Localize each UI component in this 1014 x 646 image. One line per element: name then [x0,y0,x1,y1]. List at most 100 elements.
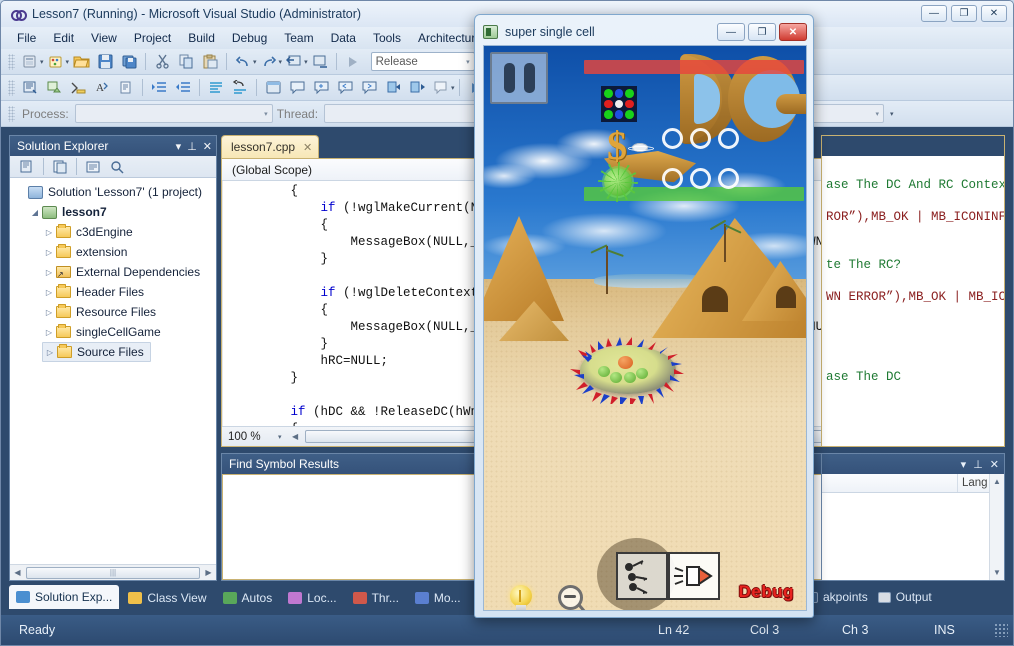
pause-button[interactable] [490,52,548,104]
toolbar-grip[interactable] [8,79,15,96]
tree-expander-icon[interactable]: ▷ [42,308,56,317]
dock-tab-thr[interactable]: Thr... [346,587,406,609]
tree-expander-icon[interactable]: ▷ [42,288,56,297]
redo-icon[interactable] [258,51,280,72]
vs-close-button[interactable]: ✕ [981,5,1007,22]
decrease-indent-icon[interactable] [172,77,194,98]
spray-icon[interactable] [668,552,720,600]
save-icon[interactable] [94,51,116,72]
menu-item-build[interactable]: Build [180,28,223,48]
menu-item-tools[interactable]: Tools [365,28,409,48]
uncomment-selection-icon[interactable]: A [91,77,113,98]
debug-location-overflow-icon[interactable]: ▾ [890,110,894,118]
menu-item-edit[interactable]: Edit [45,28,82,48]
cut-icon[interactable] [151,51,173,72]
menu-item-file[interactable]: File [9,28,44,48]
molecule-grid-icon[interactable] [601,86,637,122]
surround-with-icon[interactable] [43,77,65,98]
increase-indent-icon[interactable] [148,77,170,98]
dock-tab-class-view[interactable]: Class View [121,587,213,609]
view-code-icon[interactable] [82,156,104,177]
dock-tab-output[interactable]: Output [877,590,932,604]
insert-snippet-icon[interactable] [19,77,41,98]
tree-item-header-files[interactable]: ▷ Header Files [42,282,150,302]
light-bulb-icon[interactable] [508,585,534,610]
toolbar-grip[interactable] [8,105,15,122]
chevron-down-icon[interactable]: ▾ [278,433,282,441]
error-list-vscrollbar[interactable]: ▲ ▼ [989,474,1004,580]
solution-tree[interactable]: Solution 'Lesson7' (1 project) ◢ lesson7 ▷ c… [10,178,216,564]
paste-icon[interactable] [199,51,221,72]
vs-maximize-button[interactable]: ❐ [951,5,977,22]
tree-expander-icon[interactable]: ▷ [42,268,56,277]
start-debugging-icon[interactable] [342,51,364,72]
undo-icon[interactable] [232,51,254,72]
scroll-left-icon[interactable]: ◀ [288,432,303,441]
scroll-up-icon[interactable]: ▲ [990,474,1004,489]
column-blank[interactable] [822,474,958,492]
chevron-down-icon[interactable]: ▾ [176,140,182,153]
menu-item-project[interactable]: Project [126,28,179,48]
tree-expander-icon[interactable]: ◢ [28,208,42,217]
tab-lesson7-cpp[interactable]: lesson7.cpp ✕ [221,135,320,158]
game-canvas[interactable]: $ Debug [483,45,807,611]
game-maximize-button[interactable]: ❐ [748,23,776,41]
dock-tab-loc[interactable]: Loc... [281,587,343,609]
menu-item-debug[interactable]: Debug [224,28,275,48]
particles-icon[interactable] [616,552,668,600]
close-icon[interactable]: ✕ [990,458,999,471]
process-combo[interactable]: ▾ [74,104,273,123]
open-file-icon[interactable] [70,51,92,72]
game-minimize-button[interactable]: — [717,23,745,41]
close-icon[interactable]: ✕ [303,141,312,154]
tree-expander-icon[interactable]: ▷ [42,228,56,237]
save-all-icon[interactable] [118,51,140,72]
undo-format-icon[interactable] [229,77,251,98]
previous-bookmark-icon[interactable] [382,77,404,98]
player-cell-creature[interactable] [564,336,692,404]
tree-item-c3dengine[interactable]: ▷ c3dEngine [42,222,139,242]
tree-item-extension[interactable]: ▷ extension [42,242,133,262]
clear-bookmarks-icon[interactable] [430,77,452,98]
pin-icon[interactable]: ⊥ [187,140,197,153]
copy-icon[interactable] [175,51,197,72]
properties-icon[interactable] [16,156,38,177]
pin-icon[interactable]: ⊥ [973,458,983,471]
game-close-button[interactable]: ✕ [779,23,807,41]
comment-selection-icon[interactable] [67,77,89,98]
tree-item-source-files[interactable]: ▷ Source Files [42,342,151,362]
navigate-forward-icon[interactable] [309,51,331,72]
tree-expander-icon[interactable]: ▷ [42,248,56,257]
tree-item-singlecellgame[interactable]: ▷ singleCellGame [42,322,167,342]
configuration-combo[interactable]: Release ▾ [370,52,475,71]
zoom-out-icon[interactable] [558,585,590,610]
show-all-files-icon[interactable] [49,156,71,177]
toolbar-grip[interactable] [8,53,15,70]
comment-bubble-add-icon[interactable] [310,77,332,98]
comment-bubble-next-icon[interactable] [358,77,380,98]
new-window-icon[interactable] [262,77,284,98]
scrollbar-thumb[interactable]: ||| [26,566,200,579]
dock-tab-mo[interactable]: Mo... [408,587,468,609]
tree-item-solution-lesson7-1-project[interactable]: Solution 'Lesson7' (1 project) [14,182,208,202]
navigate-backward-icon[interactable] [283,51,305,72]
chevron-down-icon[interactable]: ▾ [961,458,967,471]
tree-item-external-dependencies[interactable]: ▷ External Dependencies [42,262,206,282]
menu-item-view[interactable]: View [83,28,125,48]
tree-expander-icon[interactable]: ▷ [43,348,57,357]
next-bookmark-icon[interactable] [406,77,428,98]
close-icon[interactable]: ✕ [203,140,212,153]
comment-bubble-icon[interactable] [286,77,308,98]
scroll-right-icon[interactable]: ▶ [201,568,216,577]
resize-grip-icon[interactable] [994,623,1008,637]
dock-tab-autos[interactable]: Autos [216,587,280,609]
new-project-icon[interactable] [19,51,41,72]
dock-tab-solution-exp[interactable]: Solution Exp... [9,585,120,609]
tree-item-resource-files[interactable]: ▷ Resource Files [42,302,162,322]
scroll-down-icon[interactable]: ▼ [990,565,1004,580]
scroll-left-icon[interactable]: ◀ [10,568,25,577]
vs-minimize-button[interactable]: — [921,5,947,22]
menu-item-team[interactable]: Team [276,28,321,48]
format-document-icon[interactable] [205,77,227,98]
menu-item-data[interactable]: Data [323,28,364,48]
